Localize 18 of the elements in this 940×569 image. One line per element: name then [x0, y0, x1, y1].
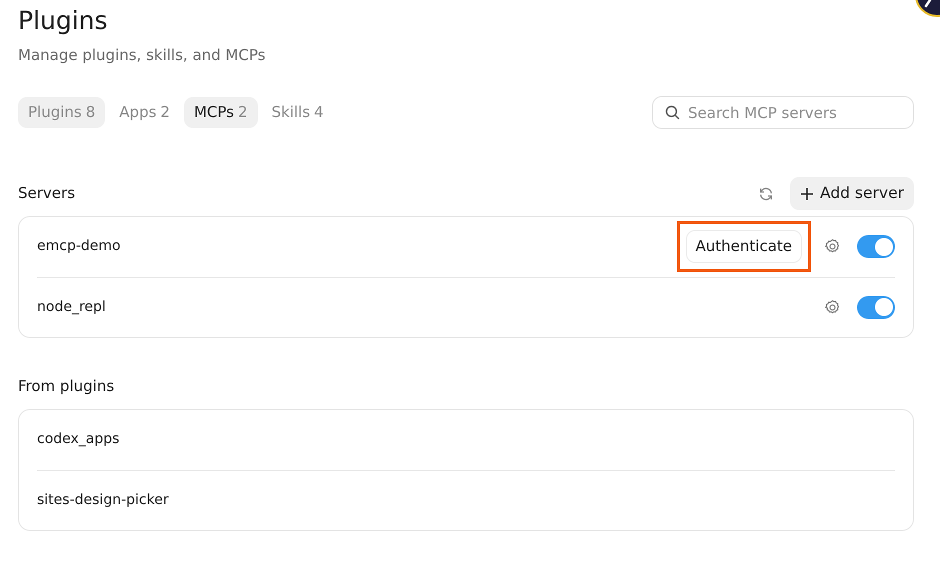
section-heading: From plugins	[18, 376, 114, 398]
page-subtitle: Manage plugins, skills, and MCPs	[18, 45, 266, 66]
settings-icon[interactable]	[824, 298, 841, 316]
toggle-switch[interactable]	[857, 296, 895, 318]
plugin-server-name: codex_apps	[37, 430, 120, 449]
server-name: emcp-demo	[37, 237, 121, 256]
plus-icon	[800, 186, 814, 200]
settings-icon[interactable]	[824, 238, 841, 255]
add-server-button[interactable]: Add server	[790, 176, 914, 210]
authenticate-button[interactable]: Authenticate	[686, 230, 802, 263]
tab[interactable]: MCPs 2	[184, 97, 258, 128]
toggle-switch[interactable]	[857, 235, 895, 258]
refresh-icon[interactable]	[758, 186, 774, 202]
search-field[interactable]: Search MCP servers	[652, 96, 914, 129]
section-heading: Servers	[18, 183, 76, 204]
page-title: Plugins	[18, 5, 109, 37]
server-name: node_repl	[37, 298, 106, 316]
plugin-server-name: sites-design-picker	[37, 490, 169, 510]
